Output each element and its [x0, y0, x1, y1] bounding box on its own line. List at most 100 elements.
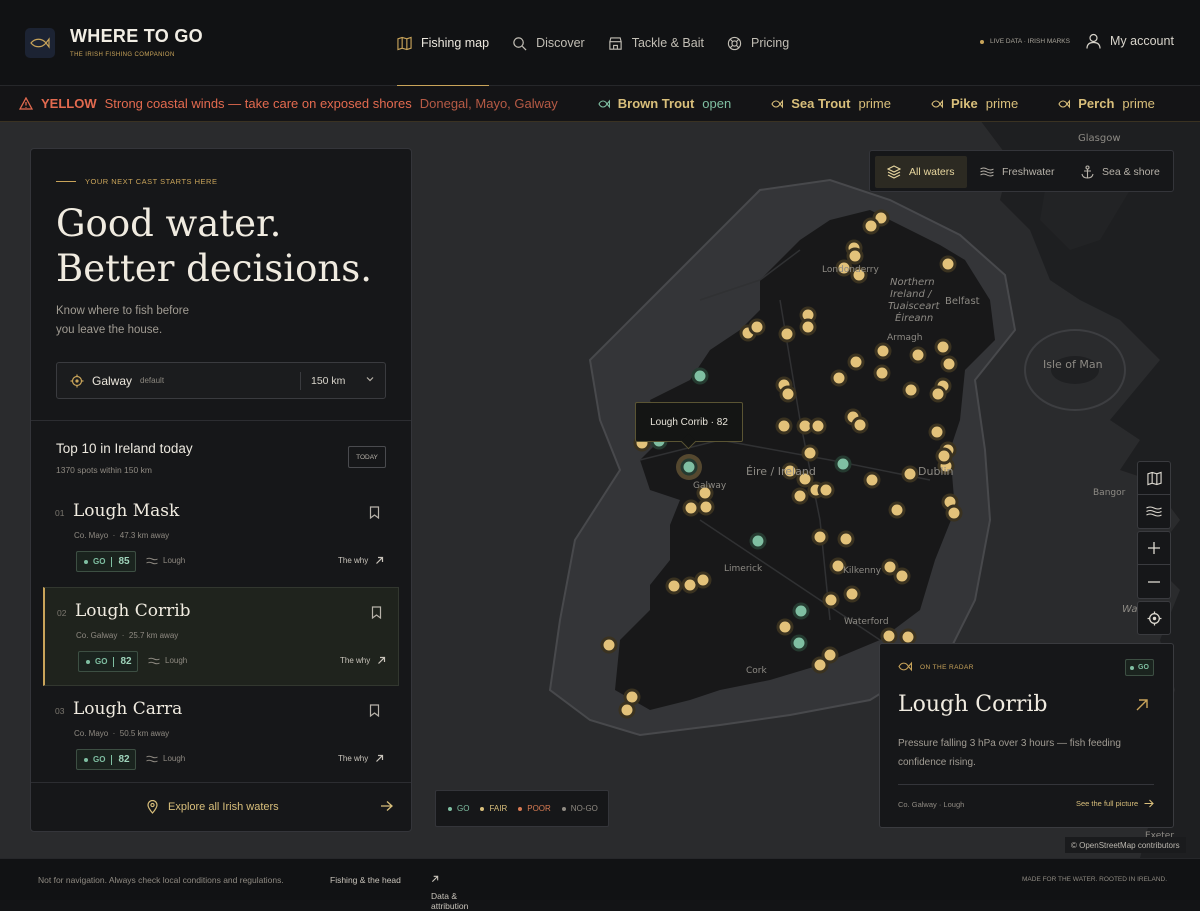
bookmark-icon[interactable]	[369, 704, 380, 717]
panel-divider	[31, 420, 411, 421]
map-tooltip: Lough Corrib · 82	[635, 402, 743, 442]
top-list-title: Top 10 in Ireland today	[56, 441, 193, 456]
ticker-species-pike[interactable]: Pike prime	[931, 96, 1018, 111]
filter-all-waters[interactable]: All waters	[875, 156, 967, 188]
radius-select[interactable]: 150 km	[311, 375, 345, 387]
ticker-species-brown-trout[interactable]: Brown Trout open	[598, 96, 731, 111]
spot-county: Co. Mayo	[74, 531, 109, 540]
go-dot-icon	[1130, 665, 1135, 670]
spot-type: Lough	[146, 556, 185, 565]
species-status: open	[702, 96, 732, 111]
footer-link-fishing-head[interactable]: Fishing & the head	[330, 875, 401, 885]
warning-text: Strong coastal winds — take care on expo…	[104, 96, 412, 111]
nav-fishing-map-label: Fishing map	[421, 36, 490, 50]
spot-meta: Co. Mayo · 47.3 km away	[74, 531, 170, 540]
today-button[interactable]: TODAY	[348, 446, 386, 468]
spot-type-label: Lough	[163, 754, 186, 763]
nav-discover[interactable]: Discover	[512, 0, 585, 86]
map-label-northern-ireland-2: Ireland /	[890, 289, 933, 300]
legend-go: GO	[448, 804, 469, 813]
filter-freshwater[interactable]: Freshwater	[968, 156, 1067, 188]
bookmark-icon[interactable]	[371, 606, 382, 619]
warning-icon	[19, 97, 33, 110]
map-pin-icon	[147, 800, 158, 814]
nav-fishing-map[interactable]: Fishing map	[397, 0, 490, 87]
account-button[interactable]: My account	[1086, 33, 1174, 49]
species-status: prime	[858, 96, 891, 111]
spot-rank: 02	[57, 608, 67, 618]
map-label-galway: Galway	[693, 481, 727, 491]
spot-rank: 01	[55, 508, 65, 518]
bookmark-icon[interactable]	[369, 506, 380, 519]
fish-icon	[898, 661, 912, 672]
species-name: Sea Trout	[791, 96, 851, 111]
arrow-up-right-icon	[376, 754, 384, 762]
zoom-in-button[interactable]	[1137, 531, 1171, 565]
badge-separator	[113, 656, 115, 667]
score-badge: GO 82	[78, 651, 138, 672]
spot-county: Co. Mayo	[74, 729, 109, 738]
waves-icon	[980, 167, 994, 177]
location-selector[interactable]: Galway default 150 km	[56, 362, 386, 399]
the-why-link[interactable]: The why	[338, 754, 384, 763]
top-navigation: WHERE TO GO THE IRISH FISHING COMPANION …	[0, 0, 1200, 87]
kicker-rule	[56, 181, 76, 182]
badge-score: 85	[118, 556, 130, 567]
brand-name[interactable]: WHERE TO GO	[70, 26, 203, 47]
waves-icon	[146, 557, 158, 564]
water-layer-button[interactable]	[1137, 495, 1171, 529]
legend-dot-icon	[561, 806, 566, 811]
panel-kicker-label: YOUR NEXT CAST STARTS HERE	[85, 177, 218, 186]
arrow-up-right-icon	[431, 875, 439, 883]
map-label-derry: Londonderry	[822, 265, 879, 275]
spot-distance: 47.3 km away	[119, 531, 170, 540]
score-badge: GO 85	[76, 551, 136, 572]
nav-tackle-bait-label: Tackle & Bait	[631, 36, 704, 50]
footer-link-data-attribution[interactable]: Data & attribution	[431, 875, 468, 911]
hero-subtitle-line-1: Know where to fish before	[56, 305, 189, 317]
location-default-tag: default	[140, 376, 165, 385]
the-why-link[interactable]: The why	[338, 556, 384, 565]
arrow-up-right-icon	[378, 656, 386, 664]
the-why-link[interactable]: The why	[340, 656, 386, 665]
legend-go-label: GO	[457, 804, 470, 813]
spot-list-item[interactable]: 01 Lough Mask Co. Mayo · 47.3 km away GO…	[43, 488, 399, 587]
minus-icon	[1148, 580, 1160, 583]
map-legend: GO FAIR POOR NO-GO	[435, 790, 609, 827]
badge-status: GO	[93, 557, 106, 566]
filter-all-waters-label: All waters	[909, 166, 955, 178]
account-label: My account	[1110, 34, 1174, 48]
brand-tagline: THE IRISH FISHING COMPANION	[70, 52, 175, 58]
ticker-species-sea-trout[interactable]: Sea Trout prime	[771, 96, 891, 111]
ticker-species-perch[interactable]: Perch prime	[1058, 96, 1155, 111]
nav-discover-label: Discover	[536, 36, 585, 50]
map-label-northern-ireland-1: Northern	[890, 277, 935, 288]
badge-separator	[111, 556, 113, 567]
chevron-down-icon[interactable]	[365, 374, 375, 384]
fish-icon	[771, 99, 784, 108]
map-attribution[interactable]: © OpenStreetMap contributors	[1065, 837, 1186, 853]
nav-pricing[interactable]: Pricing	[727, 0, 789, 86]
nav-tackle-bait[interactable]: Tackle & Bait	[608, 0, 704, 86]
crosshair-icon	[1147, 611, 1161, 625]
waves-icon	[148, 657, 160, 664]
arrow-up-right-icon[interactable]	[1135, 698, 1149, 712]
main-nav: Fishing map Discover Tackle & Bait Prici…	[397, 0, 812, 87]
on-the-radar-card[interactable]: ON THE RADAR GO Lough Corrib Pressure fa…	[879, 643, 1174, 828]
badge-score: 82	[118, 754, 130, 765]
legend-dot-icon	[480, 806, 485, 811]
map-label-kilkenny: Kilkenny	[843, 566, 882, 576]
locate-me-button[interactable]	[1137, 601, 1171, 635]
the-why-label: The why	[338, 556, 369, 565]
legend-dot-icon	[448, 806, 452, 811]
spot-name: Lough Mask	[73, 501, 180, 521]
spot-list-item[interactable]: 03 Lough Carra Co. Mayo · 50.5 km away G…	[43, 686, 399, 785]
map-layer-button[interactable]	[1137, 461, 1171, 495]
explore-all-button[interactable]: Explore all Irish waters	[31, 782, 411, 832]
spot-list-item-selected[interactable]: 02 Lough Corrib Co. Galway · 25.7 km awa…	[43, 587, 399, 686]
zoom-out-button[interactable]	[1137, 565, 1171, 599]
radar-status-badge: GO	[1125, 659, 1154, 676]
see-full-picture-link[interactable]: See the full picture	[1076, 799, 1154, 808]
fish-logo-icon[interactable]	[25, 28, 55, 58]
filter-sea-shore[interactable]: Sea & shore	[1069, 156, 1172, 188]
